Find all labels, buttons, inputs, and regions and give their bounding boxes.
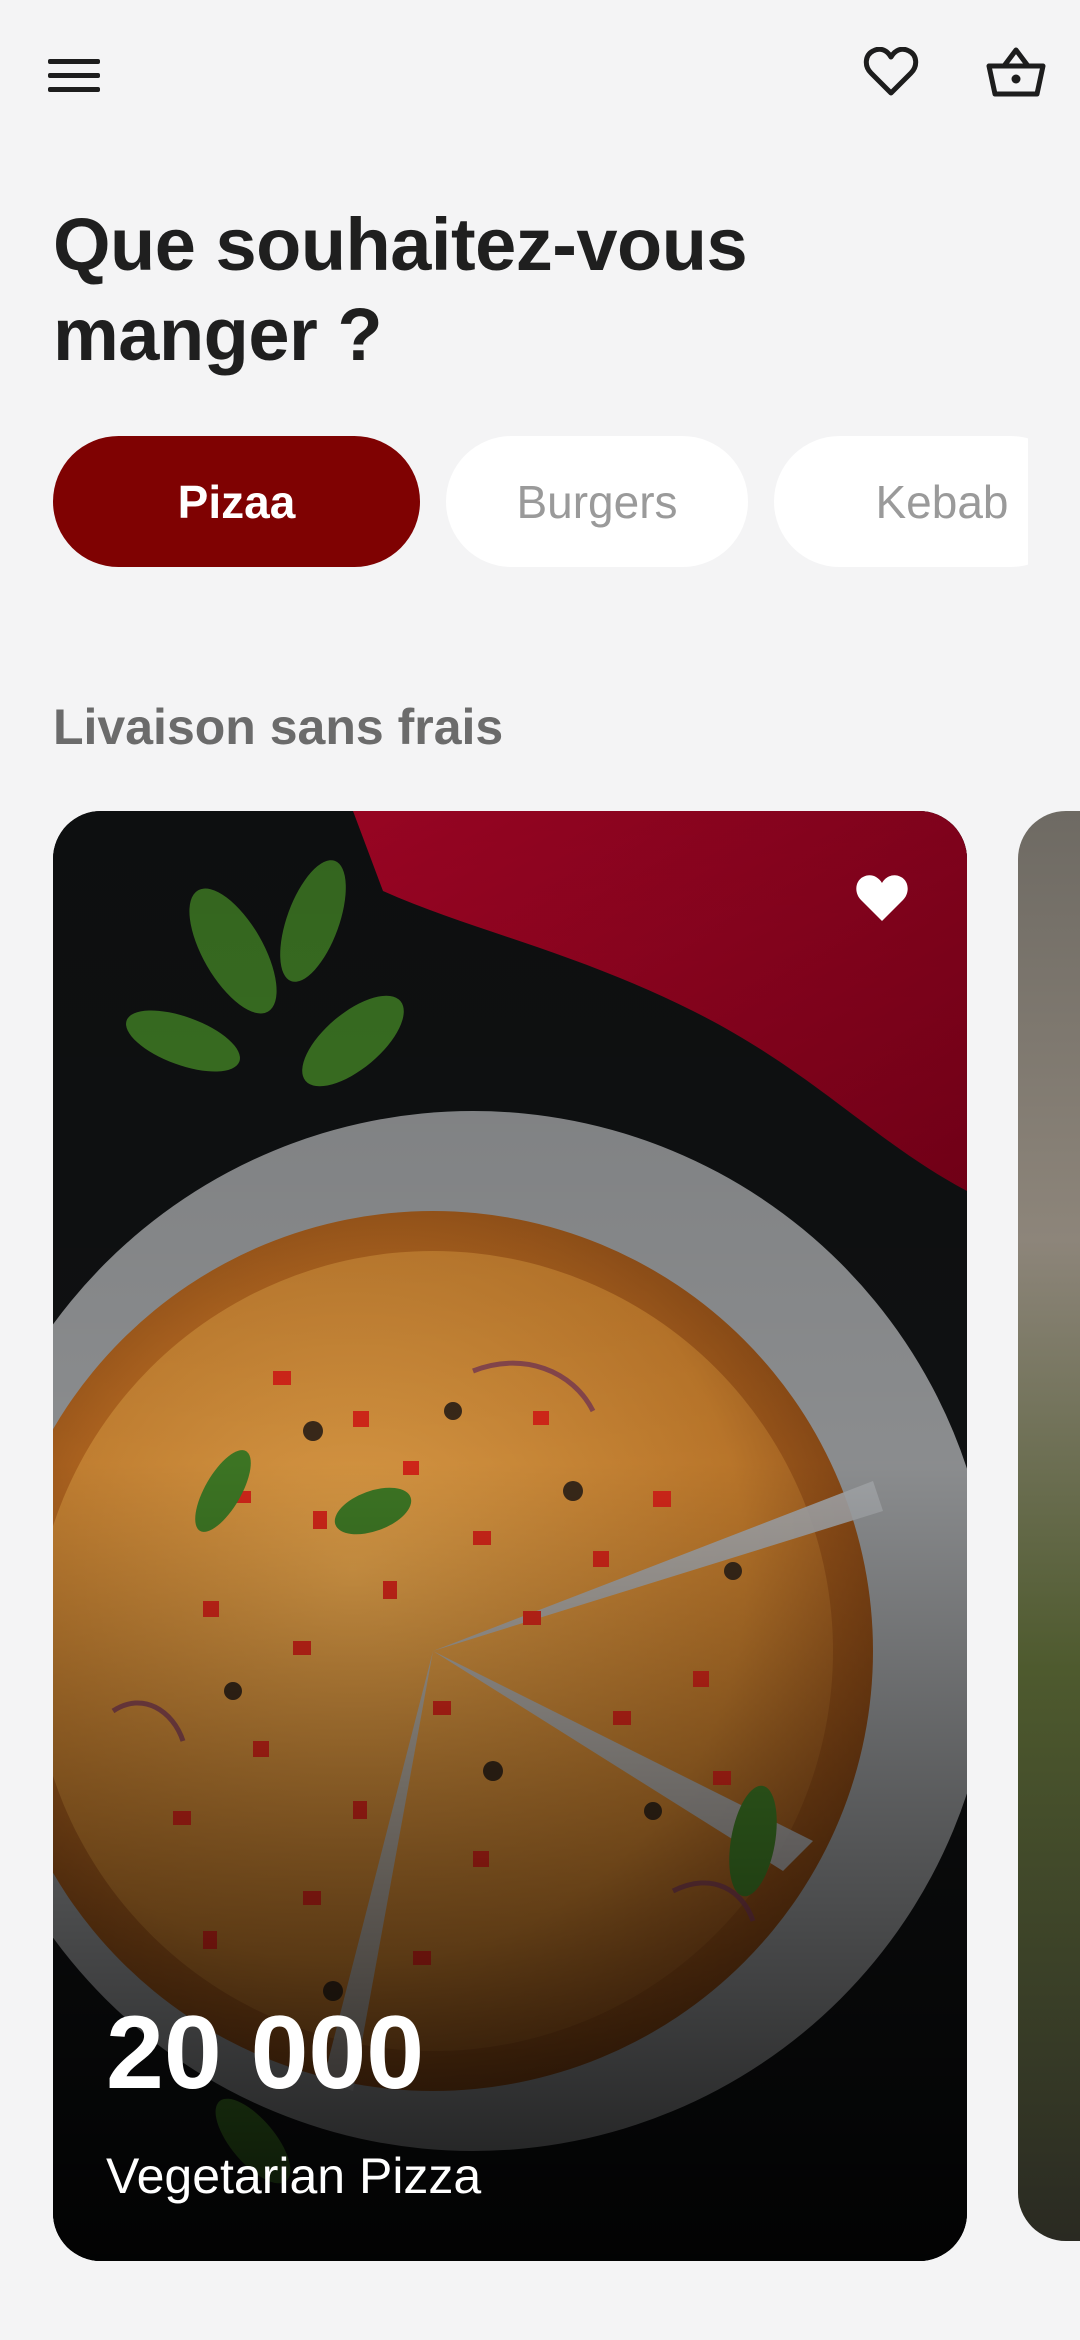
category-burgers-tab[interactable]: Burgers	[446, 436, 748, 567]
heart-outline-icon	[863, 47, 919, 96]
shopping-basket-icon	[986, 47, 1046, 97]
heart-filled-icon	[856, 875, 908, 921]
category-pizza-tab[interactable]: Pizaa	[53, 436, 420, 567]
next-product-card[interactable]	[1018, 811, 1080, 2241]
card-favorite-button[interactable]	[847, 863, 917, 933]
menu-button[interactable]	[38, 40, 110, 112]
section-title: Livaison sans frais	[53, 699, 504, 755]
top-bar	[0, 0, 1080, 150]
favorites-button[interactable]	[855, 36, 927, 108]
product-name: Vegetarian Pizza	[106, 2148, 482, 2204]
hamburger-menu-icon	[48, 59, 100, 92]
category-kebab-tab[interactable]: Kebab	[774, 436, 1028, 567]
product-card[interactable]: 20 000 Vegetarian Pizza	[53, 811, 967, 2261]
cart-button[interactable]	[980, 36, 1052, 108]
page-title: Que souhaitez-vous manger ?	[53, 203, 748, 376]
product-price: 20 000	[106, 1995, 425, 2111]
category-tabs: Pizaa Burgers Kebab	[0, 436, 1028, 567]
